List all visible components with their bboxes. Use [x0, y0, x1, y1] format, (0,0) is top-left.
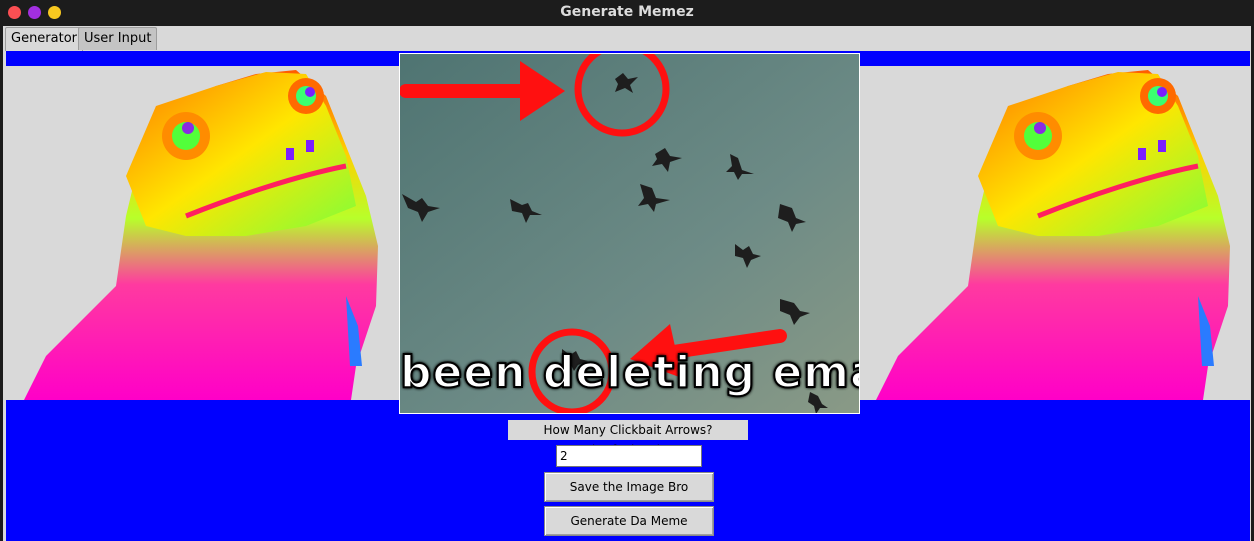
arrows-count-input[interactable]: [556, 445, 702, 467]
tab-generator[interactable]: Generator: [5, 27, 84, 51]
frog-image-right: [876, 70, 1230, 400]
title-bar: Generate Memez: [0, 0, 1254, 26]
meme-caption: been deleting emai: [400, 346, 860, 399]
frog-image-left: [24, 70, 378, 400]
window-title: Generate Memez: [560, 4, 694, 20]
tab-user-input[interactable]: User Input: [78, 27, 158, 50]
generate-meme-button[interactable]: Generate Da Meme: [544, 506, 714, 536]
arrows-count-label: How Many Clickbait Arrows? (Default=1):: [508, 420, 748, 457]
meme-preview: been deleting emai: [399, 53, 860, 414]
save-image-button[interactable]: Save the Image Bro: [544, 472, 714, 502]
